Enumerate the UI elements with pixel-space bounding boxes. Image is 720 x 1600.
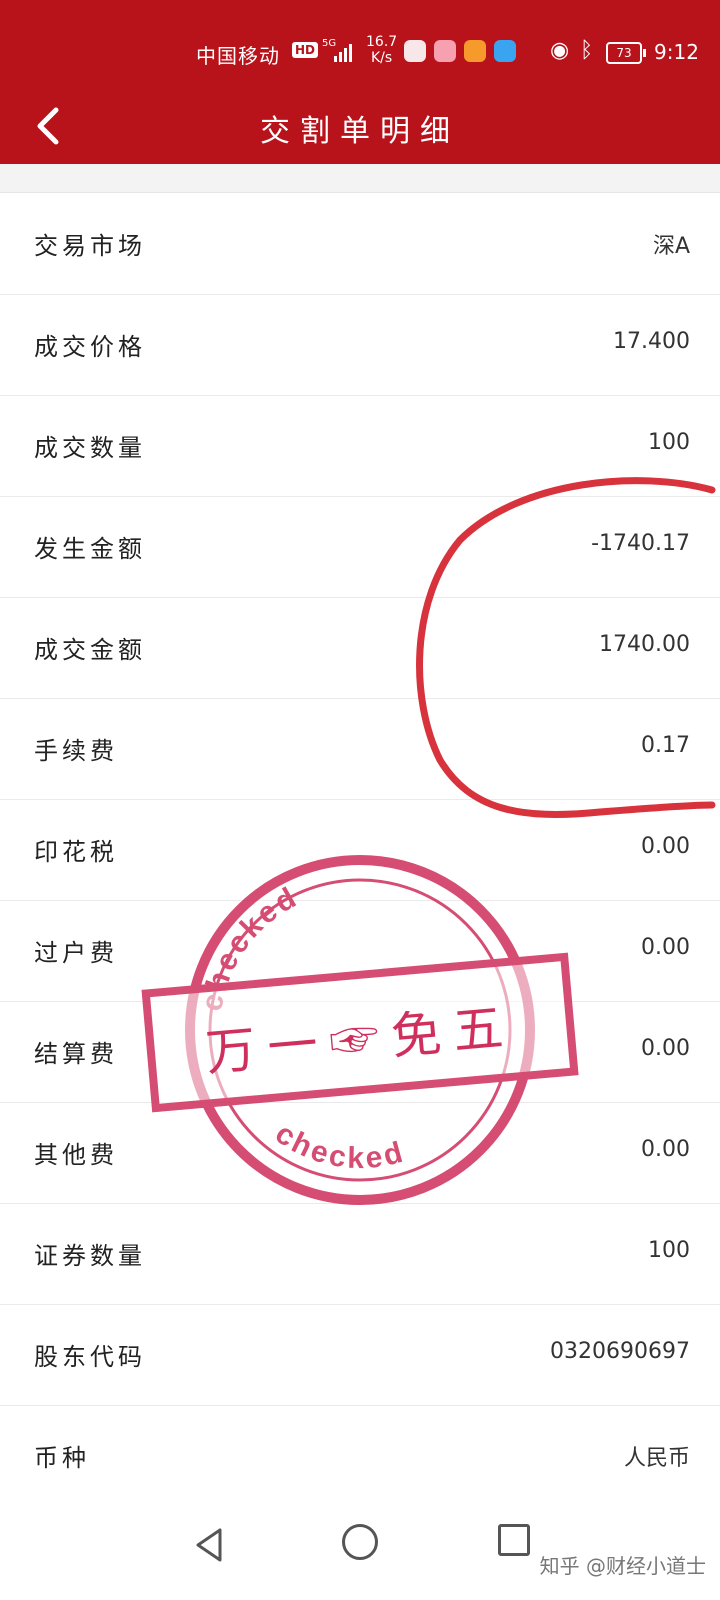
book-app-icon [434, 40, 456, 62]
bluetooth-icon: ᛒ [580, 38, 594, 63]
detail-label: 发生金额 [34, 535, 146, 563]
carrier-label: 中国移动 [196, 44, 280, 68]
detail-label: 成交价格 [34, 333, 146, 361]
detail-label: 交易市场 [34, 232, 146, 260]
divider-strip [0, 164, 720, 193]
detail-label: 证券数量 [34, 1242, 146, 1270]
detail-label: 股东代码 [34, 1343, 146, 1371]
clock: 9:12 [654, 40, 699, 64]
system-nav-bar: 知乎 @财经小道士 [0, 1500, 720, 1600]
detail-value: 人民币 [623, 1446, 690, 1471]
detail-label: 手续费 [34, 737, 118, 765]
shield-app-icon [404, 40, 426, 62]
detail-value: 0.00 [641, 1036, 690, 1061]
detail-value: 0.00 [641, 935, 690, 960]
detail-row: 成交数量 100 [0, 396, 720, 497]
status-bar: 中国移动 HD 5G 16.7 K/s ◉ ᛒ 73 9:12 [0, 0, 720, 96]
detail-value: 17.400 [613, 329, 690, 354]
signal-icon [334, 44, 352, 62]
network-speed: 16.7 K/s [366, 34, 397, 66]
detail-row: 成交价格 17.400 [0, 295, 720, 396]
detail-value: -1740.17 [591, 531, 690, 556]
detail-row: 股东代码 0320690697 [0, 1305, 720, 1406]
detail-label: 成交数量 [34, 434, 146, 462]
detail-value: 100 [648, 430, 690, 455]
detail-value: 0320690697 [550, 1339, 690, 1364]
detail-value: 深A [652, 234, 690, 259]
circle-home-icon[interactable] [342, 1524, 378, 1560]
detail-row: 币种 人民币 [0, 1406, 720, 1507]
eye-icon: ◉ [550, 38, 570, 63]
detail-label: 印花税 [34, 838, 118, 866]
detail-row: 其他费 0.00 [0, 1103, 720, 1204]
detail-label: 结算费 [34, 1040, 118, 1068]
speed-value: 16.7 [366, 34, 398, 50]
detail-label: 成交金额 [34, 636, 146, 664]
detail-row: 证券数量 100 [0, 1204, 720, 1305]
battery-icon: 73 [606, 42, 646, 64]
hd-badge: HD [292, 42, 319, 58]
detail-row: 成交金额 1740.00 [0, 598, 720, 699]
detail-row: 过户费 0.00 [0, 901, 720, 1002]
detail-value: 1740.00 [599, 632, 690, 657]
detail-label: 币种 [34, 1444, 90, 1472]
detail-row: 手续费 0.17 [0, 699, 720, 800]
detail-row: 交易市场 深A [0, 194, 720, 295]
triangle-back-icon[interactable] [190, 1524, 232, 1566]
notification-icons [404, 40, 524, 62]
detail-label: 其他费 [34, 1141, 118, 1169]
square-recent-icon[interactable] [498, 1524, 530, 1556]
detail-value: 0.00 [641, 1137, 690, 1162]
detail-value: 0.00 [641, 834, 690, 859]
title-bar: 交割单明细 [0, 96, 720, 164]
detail-row: 印花税 0.00 [0, 800, 720, 901]
chat-app-icon [494, 40, 516, 62]
speed-unit: K/s [370, 50, 393, 66]
detail-row: 发生金额 -1740.17 [0, 497, 720, 598]
detail-value: 0.17 [641, 733, 690, 758]
watermark: 知乎 @财经小道士 [539, 1554, 706, 1578]
detail-label: 过户费 [34, 939, 118, 967]
video-app-icon [464, 40, 486, 62]
detail-value: 100 [648, 1238, 690, 1263]
detail-list: 交易市场 深A 成交价格 17.400 成交数量 100 发生金额 -1740.17 成交金额 1… [0, 194, 720, 1507]
page-title: 交割单明细 [260, 114, 460, 149]
